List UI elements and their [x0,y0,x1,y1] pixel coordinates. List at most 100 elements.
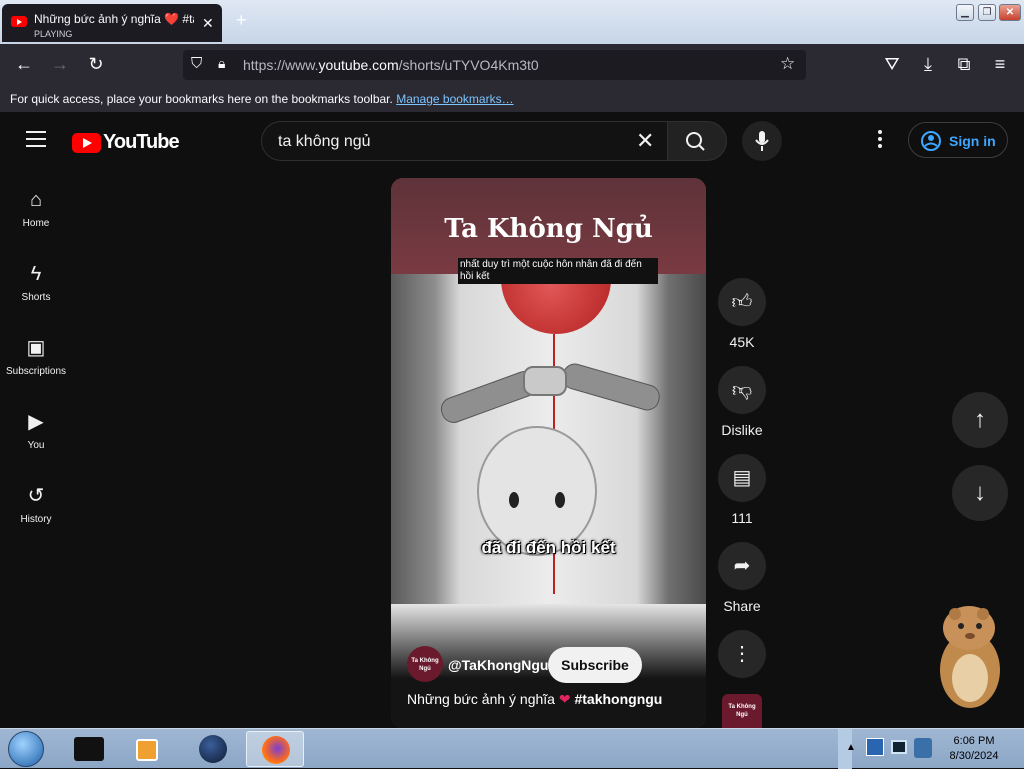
restore-button[interactable]: ❐ [978,4,996,21]
search-query[interactable]: ta không ngủ [278,133,371,151]
system-clock[interactable]: 6:06 PM 8/30/2024 [936,734,1012,764]
sound-thumbnail[interactable]: Ta Không Ngủ [722,694,762,728]
volume-icon[interactable] [914,738,932,758]
subscribe-button[interactable]: Subscribe [548,647,642,683]
more-vert-icon[interactable]: ⋮ [718,630,766,678]
search-input[interactable]: ta không ngủ ✕ [261,121,681,161]
sidebar-item-label: You [27,440,45,451]
hamster-sticker [940,606,1000,708]
clock-date: 8/30/2024 [949,750,999,762]
forward-icon[interactable]: → [49,54,71,75]
thumbs-up-icon[interactable]: 👍︎ [718,278,766,326]
tray-expand-icon[interactable]: ▲ [846,742,856,753]
reload-icon[interactable]: ↻ [85,54,107,75]
browser-navbar: ← → ↻ ⛉ 🔒︎ https://www.youtube.com/short… [0,44,1024,86]
sidebar-item-label: Home [22,218,50,229]
clock-time: 6:06 PM [953,735,995,747]
account-icon [921,131,941,151]
downloads-icon[interactable]: ⤓ [917,54,939,75]
subscriptions-icon: ▣ [26,337,46,359]
shield-icon[interactable]: ⛉ [191,55,202,72]
browser-titlebar: Những bức ảnh ý nghĩa ❤️ #ta PLAYING ✕ +… [0,0,1024,44]
video-hashtag[interactable]: #takhongngu [574,691,662,707]
comment-count: 111 [731,510,753,526]
manage-bookmarks-link[interactable]: Manage bookmarks… [396,92,513,106]
network-icon[interactable] [891,740,907,754]
youtube-wordmark: YouTube [103,131,180,153]
dislike-label: Dislike [721,422,763,438]
more-actions[interactable]: ⋮ [718,630,766,678]
sign-in-label: Sign in [949,133,996,149]
arrow-up-icon: ↑ [974,406,986,433]
youtube-favicon-icon [11,16,27,27]
history-icon: ↺ [27,485,45,507]
channel-avatar[interactable]: Ta Không Ngủ [407,646,443,682]
hamburger-menu-icon[interactable] [26,131,46,147]
sidebar-item-subscriptions[interactable]: ▣ Subscriptions [0,334,72,377]
tray-app-icon[interactable] [866,738,884,756]
video-caption: đã đi đến hồi kết [481,538,616,557]
browser-tab[interactable]: Những bức ảnh ý nghĩa ❤️ #ta PLAYING ✕ [2,4,222,42]
bookmarks-hint: For quick access, place your bookmarks h… [10,92,393,106]
sign-in-button[interactable]: Sign in [908,122,1008,158]
tab-status: PLAYING [34,29,73,39]
tab-close-icon[interactable]: ✕ [202,15,214,32]
you-icon: ▶ [28,411,44,433]
new-tab-button[interactable]: + [236,10,247,31]
taskbar-app-media-icon[interactable] [120,731,174,767]
search-button[interactable] [667,121,727,161]
video-title-text: Ta Không Ngủ [444,214,653,244]
taskbar-app-globe-icon[interactable] [186,731,240,767]
child-figure [477,426,597,556]
pocket-icon[interactable]: ⛛ [881,54,903,75]
shorts-icon: ϟ [30,263,42,285]
sidebar-item-label: Shorts [21,292,51,303]
voice-search-button[interactable] [742,121,782,161]
share-action[interactable]: ➦ Share [718,542,766,614]
bookmark-star-icon[interactable]: ☆ [780,54,795,74]
sidebar-item-shorts[interactable]: ϟ Shorts [0,260,72,303]
minimize-button[interactable]: ▁ [956,4,974,21]
close-window-button[interactable]: ✕ [999,4,1021,21]
sidebar-item-you[interactable]: ▶ You [0,408,72,451]
sidebar-item-home[interactable]: ⌂ Home [0,186,72,229]
video-description[interactable]: Những bức ảnh ý nghĩa ❤ #takhongngu [407,691,662,708]
search-icon [686,132,705,151]
more-options-icon[interactable] [878,130,882,148]
tab-title: Những bức ảnh ý nghĩa ❤️ #ta [34,12,194,26]
clear-search-icon[interactable]: ✕ [636,128,654,154]
sidebar-item-history[interactable]: ↺ History [0,482,72,525]
arrow-down-icon: ↓ [974,479,986,506]
channel-name[interactable]: @TaKhongNgu [448,657,548,673]
taskbar-app-firefox-icon[interactable] [246,731,304,767]
clasped-hands [523,366,567,396]
back-icon[interactable]: ← [13,54,35,75]
sidebar-item-label: History [20,514,52,525]
youtube-play-icon [72,133,101,153]
right-arm [559,360,663,414]
address-bar[interactable]: ⛉ 🔒︎ https://www.youtube.com/shorts/uTYV… [183,50,806,80]
heart-icon: ❤ [558,691,571,707]
short-video-player[interactable]: Ta Không Ngủ nhất duy trì một cuộc hôn n… [391,178,706,728]
youtube-header: YouTube ta không ngủ ✕ Sign in [0,112,1024,170]
dislike-action[interactable]: 👎︎ Dislike [718,366,766,438]
next-short-button[interactable]: ↓ [952,465,1008,521]
menu-icon[interactable]: ≡ [989,54,1011,75]
comment-icon[interactable]: ▤ [718,454,766,502]
url-text[interactable]: https://www.youtube.com/shorts/uTYVO4Km3… [243,57,539,73]
bookmarks-toolbar: For quick access, place your bookmarks h… [0,86,1024,112]
video-subtitle-top: nhất duy trì một cuộc hôn nhân đã đi đến… [458,258,658,284]
comments-action[interactable]: ▤ 111 [718,454,766,526]
taskbar-app-terminal-icon[interactable] [62,731,116,767]
start-button-icon[interactable] [8,731,44,767]
sidebar-item-label: Subscriptions [5,366,67,377]
like-action[interactable]: 👍︎ 45K [718,278,766,350]
share-icon[interactable]: ➦ [718,542,766,590]
thumbs-down-icon[interactable]: 👎︎ [718,366,766,414]
microphone-icon [755,131,769,151]
extensions-icon[interactable]: ⧉ [953,54,975,75]
home-icon: ⌂ [29,189,43,211]
lock-icon[interactable]: 🔒︎ [218,55,225,72]
previous-short-button[interactable]: ↑ [952,392,1008,448]
windows-taskbar: ▲ 6:06 PM 8/30/2024 [0,728,1024,769]
